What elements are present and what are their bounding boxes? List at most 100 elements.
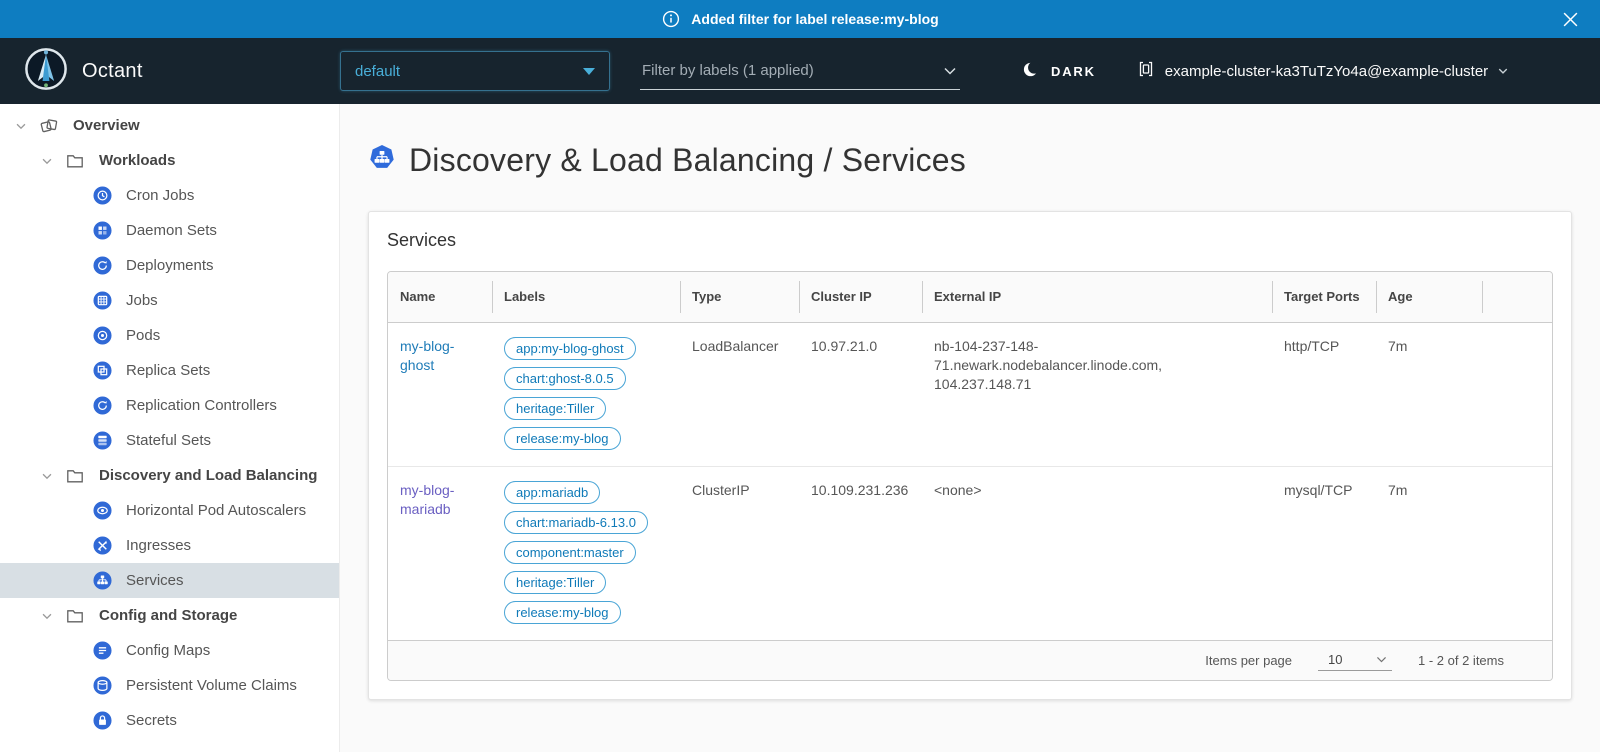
sidebar-item-overview[interactable]: Overview: [0, 108, 339, 143]
sidebar-item-secrets[interactable]: Secrets: [0, 703, 339, 738]
cell-target-ports: mysql/TCP: [1272, 466, 1376, 640]
sidebar-nav: Overview WorkloadsCron JobsDaemon Sets Dep…: [0, 104, 340, 752]
column-header-labels: Labels: [492, 272, 680, 322]
label-pill[interactable]: chart:ghost-8.0.5: [504, 367, 626, 390]
cell-target-ports: http/TCP: [1272, 322, 1376, 466]
folder-icon: [65, 151, 85, 171]
replicationcontroller-icon: [92, 396, 112, 416]
pagination-range: 1 - 2 of 2 items: [1418, 653, 1504, 668]
caret-down-icon[interactable]: [38, 607, 56, 625]
sidebar-item-horizontal-pod-autoscalers[interactable]: Horizontal Pod Autoscalers: [0, 493, 339, 528]
sidebar-item-workloads[interactable]: Workloads: [0, 143, 339, 178]
sidebar-item-config-and-storage[interactable]: Config and Storage: [0, 598, 339, 633]
hpa-icon: [92, 501, 112, 521]
label-pill[interactable]: chart:mariadb-6.13.0: [504, 511, 648, 534]
app-header: Octant default Filter by labels (1 appli…: [0, 38, 1600, 104]
job-icon: [92, 291, 112, 311]
alert-bar: Added filter for label release:my-blog: [0, 0, 1600, 38]
cell-cluster-ip: 10.97.21.0: [799, 322, 922, 466]
theme-label: DARK: [1051, 64, 1096, 79]
cronjob-icon: [92, 186, 112, 206]
sidebar-item-label: Replica Sets: [126, 362, 210, 379]
service-link[interactable]: my-blog-mariadb: [400, 482, 454, 517]
page-size-select[interactable]: 10: [1318, 650, 1392, 671]
deployment-icon: [92, 256, 112, 276]
sidebar-item-label: Config Maps: [126, 642, 210, 659]
context-selector[interactable]: example-cluster-ka3TuTzYo4a@example-clus…: [1136, 59, 1509, 83]
sidebar-item-label: Overview: [73, 117, 140, 134]
column-header-external-ip: External IP: [922, 272, 1272, 322]
sidebar-item-label: Horizontal Pod Autoscalers: [126, 502, 306, 519]
alert-message: Added filter for label release:my-blog: [691, 11, 938, 27]
cell-external-ip: nb-104-237-148-71.newark.nodebalancer.li…: [922, 322, 1272, 466]
sidebar-item-discovery-and-load-balancing[interactable]: Discovery and Load Balancing: [0, 458, 339, 493]
sidebar-item-ingresses[interactable]: Ingresses: [0, 528, 339, 563]
cell-age: 7m: [1376, 322, 1482, 466]
close-icon[interactable]: [1560, 9, 1580, 29]
label-pill[interactable]: heritage:Tiller: [504, 571, 606, 594]
cell-type: LoadBalancer: [680, 322, 799, 466]
label-pill[interactable]: app:my-blog-ghost: [504, 337, 636, 360]
sidebar-item-label: Stateful Sets: [126, 432, 211, 449]
sidebar-item-jobs[interactable]: Jobs: [0, 283, 339, 318]
label-pill[interactable]: app:mariadb: [504, 481, 600, 504]
sidebar-item-pods[interactable]: Pods: [0, 318, 339, 353]
sidebar-item-label: Secrets: [126, 712, 177, 729]
sidebar-item-services[interactable]: Services: [0, 563, 339, 598]
sidebar-item-persistent-volume-claims[interactable]: Persistent Volume Claims: [0, 668, 339, 703]
caret-down-icon[interactable]: [38, 467, 56, 485]
page-size-value: 10: [1328, 652, 1342, 667]
column-header-cluster-ip: Cluster IP: [799, 272, 922, 322]
sidebar-item-stateful-sets[interactable]: Stateful Sets: [0, 423, 339, 458]
label-pill[interactable]: release:my-blog: [504, 601, 621, 624]
namespace-select[interactable]: default: [340, 51, 610, 91]
chevron-down-icon: [1497, 65, 1509, 77]
cell-external-ip: <none>: [922, 466, 1272, 640]
caret-down-icon: [583, 68, 595, 75]
column-header-target-ports: Target Ports: [1272, 272, 1376, 322]
sidebar-item-label: Services: [126, 572, 184, 589]
sidebar-item-cron-jobs[interactable]: Cron Jobs: [0, 178, 339, 213]
chevron-down-icon: [942, 63, 958, 79]
cluster-icon: [1136, 59, 1156, 83]
label-pill[interactable]: heritage:Tiller: [504, 397, 606, 420]
sidebar-item-label: Pods: [126, 327, 160, 344]
column-header-age: Age: [1376, 272, 1482, 322]
cell-cluster-ip: 10.109.231.236: [799, 466, 922, 640]
caret-down-icon[interactable]: [12, 117, 30, 135]
table-footer: Items per page 10 1 - 2 of 2 items: [388, 640, 1552, 680]
items-per-page-label: Items per page: [1205, 653, 1292, 668]
pod-icon: [92, 326, 112, 346]
caret-down-icon[interactable]: [38, 152, 56, 170]
sidebar-item-label: Discovery and Load Balancing: [99, 467, 317, 484]
app-title: Octant: [82, 60, 143, 83]
octant-logo: [24, 47, 68, 96]
service-hexagon-icon: [368, 144, 396, 177]
services-card: Services NameLabelsTypeCluster IPExterna…: [368, 211, 1572, 700]
folder-icon: [65, 466, 85, 486]
sidebar-item-replication-controllers[interactable]: Replication Controllers: [0, 388, 339, 423]
label-pill[interactable]: component:master: [504, 541, 636, 564]
label-pill[interactable]: release:my-blog: [504, 427, 621, 450]
replicaset-icon: [92, 361, 112, 381]
page-title: Discovery & Load Balancing / Services: [409, 142, 966, 179]
label-filter-select[interactable]: Filter by labels (1 applied): [640, 52, 960, 90]
statefulset-icon: [92, 431, 112, 451]
sidebar-item-config-maps[interactable]: Config Maps: [0, 633, 339, 668]
column-header-name: Name: [388, 272, 492, 322]
objects-icon: [39, 116, 59, 136]
sidebar-item-deployments[interactable]: Deployments: [0, 248, 339, 283]
info-icon: [661, 9, 681, 29]
cell-spacer: [1482, 322, 1553, 466]
theme-toggle[interactable]: DARK: [1022, 60, 1096, 82]
sidebar-item-label: Jobs: [126, 292, 158, 309]
sidebar-item-replica-sets[interactable]: Replica Sets: [0, 353, 339, 388]
sidebar-item-daemon-sets[interactable]: Daemon Sets: [0, 213, 339, 248]
label-filter-text: Filter by labels (1 applied): [642, 62, 814, 79]
table-row: my-blog-ghost app:my-blog-ghost chart:ghos…: [388, 322, 1553, 466]
moon-icon: [1022, 60, 1041, 82]
services-table: NameLabelsTypeCluster IPExternal IPTarge…: [387, 271, 1553, 681]
cell-type: ClusterIP: [680, 466, 799, 640]
sidebar-item-label: Deployments: [126, 257, 214, 274]
service-link[interactable]: my-blog-ghost: [400, 338, 454, 373]
